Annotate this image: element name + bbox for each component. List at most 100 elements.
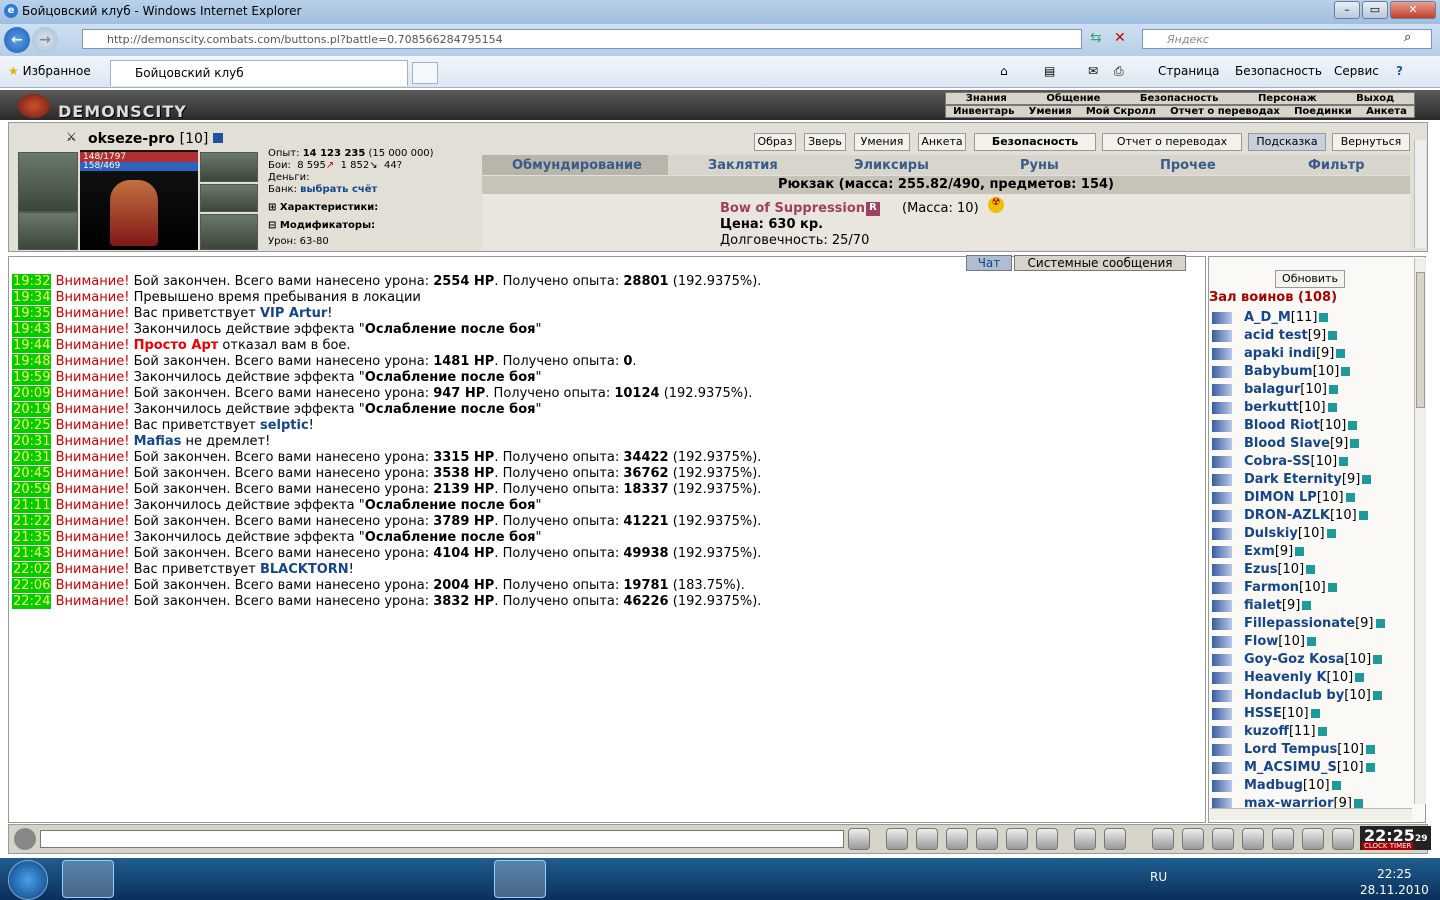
info-icon[interactable] [1345,493,1355,502]
maximize-button[interactable]: ▭ [1362,1,1388,19]
security-menu[interactable]: Безопасность [1235,64,1322,78]
warrior-item[interactable]: balagur[10] [1212,382,1338,400]
tab-chat[interactable]: Чат [966,255,1012,271]
info-icon[interactable] [1306,637,1316,646]
chat-input[interactable] [40,830,844,848]
home-icon[interactable]: ⌂ [1000,64,1008,78]
menu_top-0[interactable]: Знания [966,93,1007,104]
smiley-icon[interactable] [14,828,36,850]
info-icon[interactable] [1328,331,1338,340]
private-message-icon[interactable] [1212,617,1232,630]
private-message-icon[interactable] [1212,437,1232,450]
menu_bottom-5[interactable]: Анкета [1366,106,1407,117]
chat-text[interactable]: VIP Artur [260,306,327,321]
beast-button[interactable]: Зверь [804,133,846,151]
info-icon[interactable] [1295,547,1305,556]
forward-icon[interactable]: → [32,27,58,53]
warrior-item[interactable]: Blood Slave[9] [1212,436,1360,454]
warrior-item[interactable]: Goy-Goz Kosa[10] [1212,652,1383,670]
profile-button[interactable]: Анкета [918,133,966,151]
exit-icon[interactable] [1332,828,1354,850]
stop-icon[interactable]: ✕ [1114,30,1126,46]
private-message-icon[interactable] [1212,581,1232,594]
info-icon[interactable] [1365,745,1375,754]
menu_bottom-2[interactable]: Мой Скролл [1086,106,1156,117]
character-name[interactable]: okseze-pro [10] [88,131,224,147]
private-message-icon[interactable] [1212,401,1232,414]
warrior-item[interactable]: A_D_M[11] [1212,310,1329,328]
info-icon[interactable] [1355,673,1365,682]
info-icon[interactable] [1372,691,1382,700]
warrior-item[interactable]: Heavenly K[10] [1212,670,1365,688]
info-icon[interactable] [1373,655,1383,664]
gloves-slot[interactable] [18,212,78,250]
characteristics-toggle[interactable]: ⊞ Характеристики: [268,202,478,213]
back-icon[interactable]: ← [4,27,30,53]
info-icon[interactable] [1336,349,1346,358]
info-icon[interactable] [1362,475,1372,484]
warrior-item[interactable]: Hondaclub by[10] [1212,688,1382,706]
info-icon[interactable] [1310,709,1320,718]
private-message-icon[interactable] [1212,599,1232,612]
warrior-item[interactable]: DRON-AZLK[10] [1212,508,1368,526]
return-button[interactable]: Вернуться [1332,133,1410,151]
private-message-icon[interactable] [1212,761,1232,774]
warrior-item[interactable]: acid test[9] [1212,328,1338,346]
item-name[interactable]: Bow of Suppression [720,201,865,216]
boots-slot[interactable] [200,214,258,250]
warrior-item[interactable]: Babybum[10] [1212,364,1351,382]
taskbar-icq-icon[interactable] [494,860,546,898]
inventory-icon[interactable] [1152,828,1174,850]
private-message-icon[interactable] [1212,329,1232,342]
spells-icon[interactable] [1182,828,1204,850]
warrior-item[interactable]: apaki indi[9] [1212,346,1346,364]
warrior-item[interactable]: Flow[10] [1212,634,1316,652]
taskbar-skype-icon[interactable] [434,860,486,898]
private-message-icon[interactable] [1212,365,1232,378]
favorites-button[interactable]: ★ Избранное [8,64,91,78]
map-icon[interactable] [1272,828,1294,850]
translit-icon[interactable] [1104,828,1126,850]
private-message-icon[interactable] [1212,653,1232,666]
taskbar-ie-icon[interactable] [62,860,114,898]
warrior-item[interactable]: fialet[9] [1212,598,1312,616]
tab-other[interactable]: Прочее [1160,158,1216,173]
info-icon[interactable] [1306,565,1316,574]
info-icon[interactable] [1348,421,1358,430]
search-input[interactable]: Яндекс [1142,29,1432,49]
warrior-item[interactable]: Ezus[10] [1212,562,1316,580]
system-clock[interactable]: 22:25 28.11.2010 [1360,866,1429,898]
language-indicator[interactable]: RU [1150,870,1167,884]
info-icon[interactable] [1350,439,1360,448]
tab-spells[interactable]: Заклятия [708,158,778,173]
warrior-item[interactable]: Blood Riot[10] [1212,418,1358,436]
warrior-item[interactable]: Fillepassionate[9] [1212,616,1385,634]
info-icon[interactable] [1375,619,1385,628]
warrior-item[interactable]: kuzoff[11] [1212,724,1327,742]
info-icon[interactable] [1365,763,1375,772]
private-message-icon[interactable] [1212,689,1232,702]
inventory-scrollbar[interactable] [1414,140,1426,248]
private-message-icon[interactable] [1212,725,1232,738]
info-icon[interactable] [213,133,224,143]
minimize-button[interactable]: – [1334,1,1360,19]
menu_top-1[interactable]: Общение [1046,93,1100,104]
private-message-icon[interactable] [1212,707,1232,720]
attack-icon[interactable] [1006,828,1028,850]
private-message-icon[interactable] [1212,455,1232,468]
tab-elixirs[interactable]: Эликсиры [854,158,929,173]
info-icon[interactable] [1358,511,1368,520]
info-icon[interactable] [1341,367,1351,376]
chat-text[interactable]: selptic [260,418,309,433]
warrior-item[interactable]: Exm[9] [1212,544,1305,562]
warrior-item[interactable]: berkutt[10] [1212,400,1337,418]
tab-runes[interactable]: Руны [1020,158,1059,173]
print-icon[interactable]: ⎙ [1114,64,1124,79]
private-message-icon[interactable] [1212,779,1232,792]
private-message-icon[interactable] [1212,491,1232,504]
menu_top-3[interactable]: Персонаж [1258,93,1317,104]
filter-icon[interactable] [916,828,938,850]
chat-text[interactable]: BLACKTORN [260,562,349,577]
warrior-item[interactable]: Cobra-SS[10] [1212,454,1349,472]
tab-equipment[interactable]: Обмундирование [512,158,642,173]
